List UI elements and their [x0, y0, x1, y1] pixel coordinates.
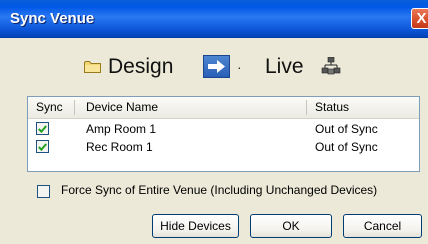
- arrow-right-icon: [208, 60, 225, 73]
- table-row[interactable]: Amp Room 1 Out of Sync: [28, 121, 419, 138]
- device-name: Amp Room 1: [86, 122, 157, 136]
- sync-checkbox[interactable]: [36, 122, 49, 135]
- hide-devices-button[interactable]: Hide Devices: [152, 214, 239, 238]
- force-sync-option[interactable]: Force Sync of Entire Venue (Including Un…: [37, 183, 417, 200]
- column-header-device-name[interactable]: Device Name: [86, 100, 158, 114]
- close-icon: X: [416, 10, 427, 27]
- force-sync-checkbox[interactable]: [37, 185, 50, 198]
- folder-icon: [84, 61, 101, 73]
- dropdown-dot-icon[interactable]: ·: [237, 59, 242, 75]
- column-divider[interactable]: [74, 100, 75, 115]
- column-header-status[interactable]: Status: [315, 100, 349, 114]
- sync-direction-bar: Design · Live: [84, 51, 364, 87]
- device-list-header: Sync Device Name Status: [28, 97, 419, 119]
- table-row[interactable]: Rec Room 1 Out of Sync: [28, 139, 419, 156]
- cancel-button[interactable]: Cancel: [343, 214, 422, 238]
- checkmark-icon: [38, 142, 47, 151]
- device-list[interactable]: Sync Device Name Status Amp Room 1 Out o…: [27, 96, 420, 172]
- source-label: Design: [108, 55, 174, 78]
- title-bar[interactable]: Sync Venue X: [0, 0, 428, 38]
- sync-status: Out of Sync: [315, 122, 378, 136]
- sync-checkbox[interactable]: [36, 140, 49, 153]
- column-header-sync[interactable]: Sync: [36, 100, 63, 114]
- window-title: Sync Venue: [10, 10, 95, 27]
- force-sync-label[interactable]: Force Sync of Entire Venue (Including Un…: [61, 183, 377, 197]
- ok-button[interactable]: OK: [250, 214, 332, 238]
- checkmark-icon: [38, 124, 47, 133]
- column-divider[interactable]: [306, 100, 307, 115]
- target-label: Live: [265, 55, 304, 78]
- close-button[interactable]: X: [411, 8, 428, 29]
- sync-status: Out of Sync: [315, 140, 378, 154]
- sync-direction-button[interactable]: [203, 55, 230, 78]
- device-name: Rec Room 1: [86, 140, 153, 154]
- network-icon: [321, 57, 341, 75]
